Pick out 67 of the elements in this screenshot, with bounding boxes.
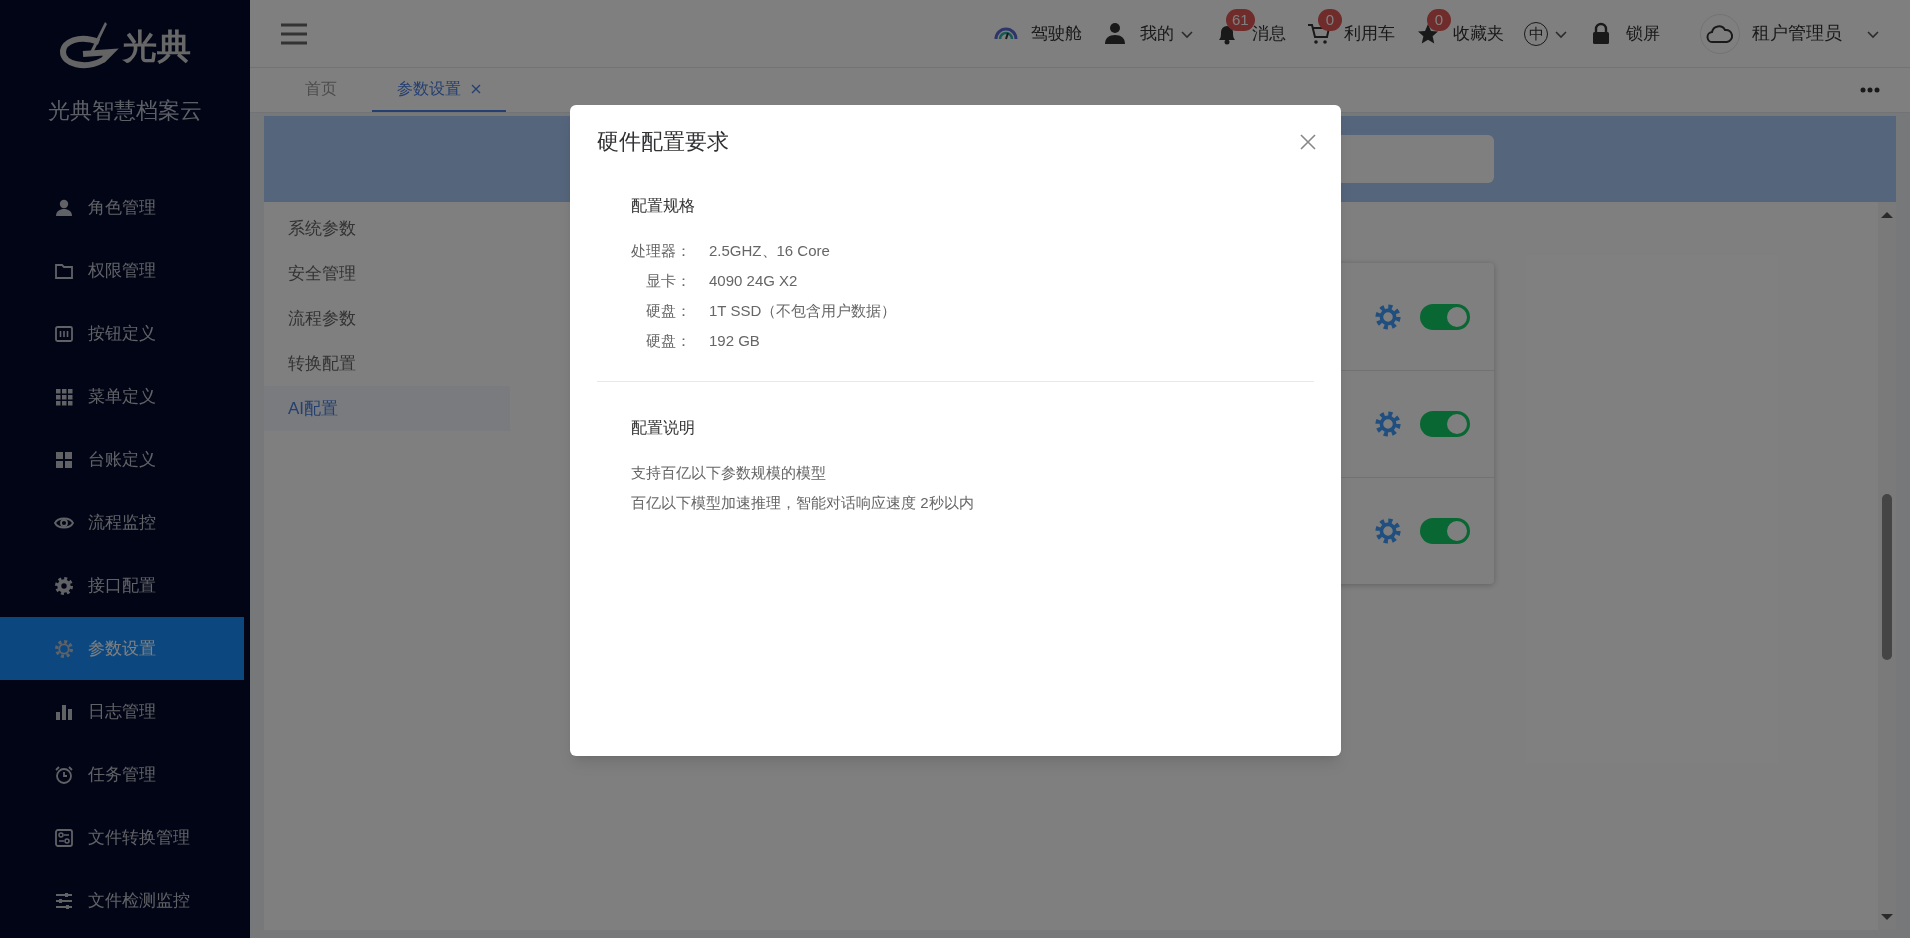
sidebar-item[interactable]: 权限管理	[0, 239, 244, 302]
settings-menu-item[interactable]: 系统参数	[264, 206, 510, 251]
document-icon	[54, 827, 74, 848]
sidebar-item[interactable]: 文件转换管理	[0, 806, 244, 869]
section-heading: 配置说明	[631, 418, 696, 438]
gear-icon[interactable]	[1374, 302, 1402, 331]
header-link[interactable]: 锁屏	[1588, 6, 1660, 61]
settings-menu-item[interactable]: 安全管理	[264, 251, 510, 296]
grid-icon	[54, 386, 74, 407]
header-link[interactable]: 我的	[1102, 6, 1194, 61]
app-name: 光典智慧档案云	[48, 97, 202, 125]
spec-label: 处理器：	[631, 241, 691, 261]
tab[interactable]: 参数设置	[372, 68, 506, 112]
section-heading: 配置规格	[631, 196, 696, 216]
header-link[interactable]: 驾驶舱	[993, 6, 1082, 61]
settings-menu-item[interactable]: AI配置	[264, 386, 510, 431]
header-link[interactable]: 0 收藏夹	[1415, 6, 1504, 61]
cloud-icon	[1706, 23, 1734, 44]
scrollbar-thumb[interactable]	[1882, 494, 1892, 660]
language-button[interactable]: 中	[1524, 7, 1568, 60]
sidebar-item[interactable]: 角色管理	[0, 176, 244, 239]
sidebar-item[interactable]: 按钮定义	[0, 302, 244, 365]
settings-menu-item[interactable]: 流程参数	[264, 296, 510, 341]
sidebar-item[interactable]: 接口配置	[0, 554, 244, 617]
count-badge: 0	[1427, 8, 1451, 31]
header-link[interactable]: 0 利用车	[1306, 6, 1395, 61]
close-icon[interactable]	[1300, 133, 1316, 150]
spec-label: 硬盘：	[645, 331, 691, 351]
close-icon[interactable]	[471, 84, 481, 94]
gear-icon	[54, 575, 74, 596]
header-link[interactable]: 61 消息	[1214, 6, 1286, 61]
sidebar-item[interactable]: 文件检测监控	[0, 869, 244, 932]
toggle-switch[interactable]	[1420, 518, 1470, 544]
spec-value: 192 GB	[709, 331, 761, 351]
sidebar-item[interactable]: 参数设置	[0, 617, 244, 680]
description-text: 支持百亿以下参数规模的模型	[631, 463, 827, 483]
sidebar-item[interactable]: 台账定义	[0, 428, 244, 491]
sidebar-item[interactable]: 菜单定义	[0, 365, 244, 428]
user-menu[interactable]: 租户管理员	[1700, 13, 1880, 54]
settings-menu-item[interactable]: 转换配置	[264, 341, 510, 386]
gear-icon	[54, 638, 74, 659]
alarm-clock-icon	[54, 764, 74, 785]
count-badge: 0	[1318, 8, 1342, 31]
spec-value: 2.5GHZ、16 Core	[709, 241, 831, 261]
spec-label: 显卡：	[645, 271, 691, 291]
gear-icon[interactable]	[1374, 517, 1402, 545]
sidebar-item[interactable]: 任务管理	[0, 743, 244, 806]
user-icon	[1102, 20, 1128, 47]
panel-icon	[54, 323, 74, 344]
scroll-up-arrow-icon[interactable]	[1881, 210, 1893, 218]
spec-value: 1T SSD（不包含用户数据）	[709, 301, 898, 321]
sidebar-item[interactable]: 流程监控	[0, 491, 244, 554]
description-text: 百亿以下模型加速推理，智能对话响应速度 2秒以内	[631, 493, 975, 513]
more-icon[interactable]	[1860, 87, 1880, 93]
dialog-title: 硬件配置要求	[597, 128, 729, 156]
scroll-down-arrow-icon[interactable]	[1881, 914, 1893, 922]
toggle-switch[interactable]	[1420, 411, 1470, 437]
spec-value: 4090 24G X2	[709, 271, 799, 291]
grid-icon	[54, 449, 74, 470]
user-icon	[54, 197, 74, 218]
menu-icon[interactable]	[280, 22, 308, 45]
toggle-switch[interactable]	[1420, 303, 1470, 330]
sliders-icon	[54, 890, 74, 911]
logo-text: 光典	[123, 29, 191, 63]
sidebar-item[interactable]: 日志管理	[0, 680, 244, 743]
spec-label: 硬盘：	[645, 301, 691, 321]
gear-icon[interactable]	[1374, 410, 1402, 438]
